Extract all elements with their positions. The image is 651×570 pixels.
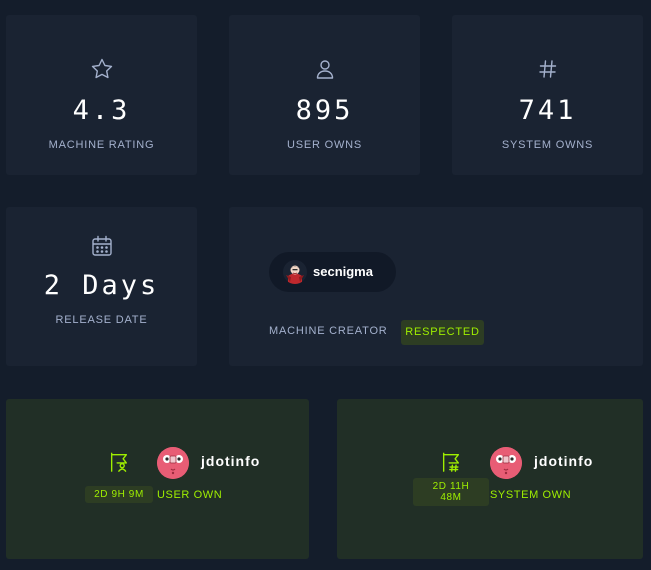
machine-rating-card: 4.3 MACHINE RATING xyxy=(6,15,197,175)
release-date-value: 2 Days xyxy=(43,270,160,301)
creator-profile-link[interactable]: secnigma xyxy=(269,252,396,292)
creator-name: secnigma xyxy=(313,264,373,279)
user-owns-label: USER OWNS xyxy=(286,139,363,151)
user-owns-value: 895 xyxy=(295,95,354,126)
system-blood-card: jdotinfo 2D 11H 48M SYSTEM OWN xyxy=(337,399,643,559)
release-date-label: RELEASE DATE xyxy=(55,314,148,326)
machine-creator-card: secnigma MACHINE CREATOR RESPECTED xyxy=(229,207,643,366)
system-blood-username[interactable]: jdotinfo xyxy=(534,453,593,469)
user-blood-username[interactable]: jdotinfo xyxy=(201,453,260,469)
user-blood-avatar[interactable] xyxy=(157,447,189,479)
system-blood-avatar[interactable] xyxy=(490,447,522,479)
system-owns-label: SYSTEM OWNS xyxy=(501,139,594,151)
creator-avatar xyxy=(283,260,307,284)
machine-creator-label: MACHINE CREATOR xyxy=(269,325,388,337)
hash-icon xyxy=(452,57,643,81)
user-blood-time: 2D 9H 9M xyxy=(85,486,153,503)
star-icon xyxy=(6,57,197,81)
system-blood-label: SYSTEM OWN xyxy=(490,489,572,501)
system-blood-time: 2D 11H 48M xyxy=(413,478,489,506)
system-owns-value: 741 xyxy=(518,95,577,126)
machine-rating-value: 4.3 xyxy=(72,95,131,126)
release-date-card: 2 Days RELEASE DATE xyxy=(6,207,197,366)
system-owns-card: 741 SYSTEM OWNS xyxy=(452,15,643,175)
system-flag-icon xyxy=(440,451,462,477)
user-blood-label: USER OWN xyxy=(157,489,223,501)
machine-rating-label: MACHINE RATING xyxy=(48,139,155,151)
calendar-icon xyxy=(6,234,197,258)
user-blood-card: jdotinfo 2D 9H 9M USER OWN xyxy=(6,399,309,559)
user-owns-card: 895 USER OWNS xyxy=(229,15,420,175)
user-icon xyxy=(229,57,420,81)
user-flag-icon xyxy=(108,451,130,477)
respected-badge: RESPECTED xyxy=(401,320,484,345)
